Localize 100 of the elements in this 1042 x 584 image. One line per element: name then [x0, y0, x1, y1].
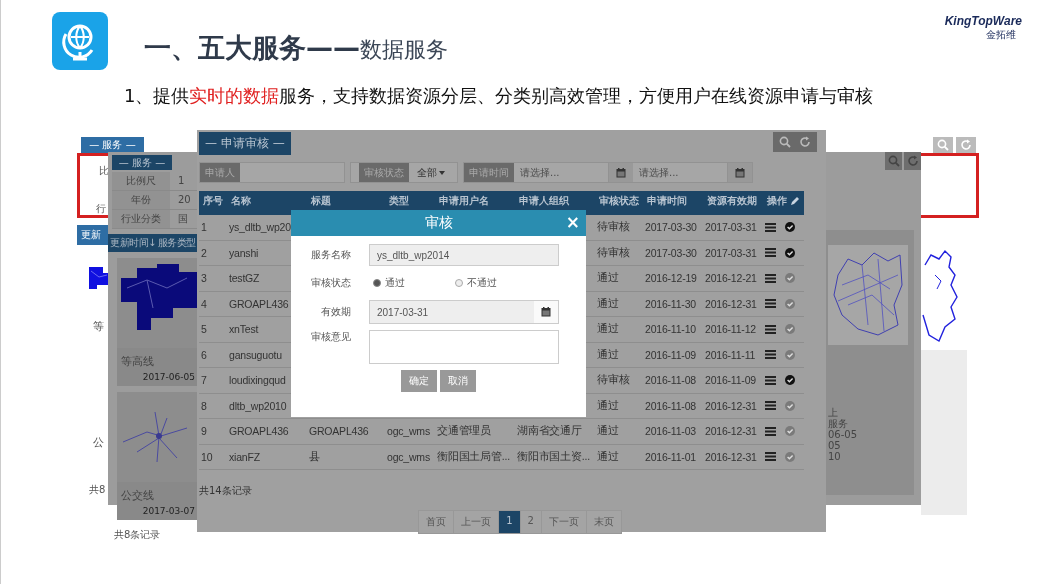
list-icon[interactable]: [765, 350, 776, 360]
table-cell-text: 2016-11-08: [644, 374, 697, 387]
table-cell-text: 通过: [596, 398, 620, 413]
table-cell-text: 2016-11-09: [644, 348, 697, 361]
cancel-button[interactable]: 取消: [440, 370, 476, 392]
table-cell-text: dltb_wp2010: [228, 399, 288, 412]
table-cell-text: 2017-03-30: [644, 246, 698, 259]
table-cell-text: 3: [200, 272, 208, 285]
field-value: 1: [177, 174, 185, 188]
table-cell-text: 2016-11-03: [644, 425, 697, 438]
table-cell-text: 通过: [596, 271, 620, 286]
panel-tab[interactable]: — 服务 —: [112, 155, 172, 170]
table-cell-text: 通过: [596, 322, 620, 337]
card-title: 等: [93, 319, 104, 334]
table-cell-text: xnTest: [228, 323, 260, 336]
list-icon[interactable]: [765, 375, 776, 385]
card-date: 2017-03-07: [141, 506, 195, 516]
column-header: 名称: [230, 194, 252, 208]
service-card[interactable]: 公交线 2017-03-07: [117, 392, 197, 520]
card-text: 06-05: [828, 429, 858, 440]
confirm-button[interactable]: 确定: [401, 370, 437, 392]
check-circle-icon[interactable]: [785, 247, 795, 258]
table-cell-text: 2016-12-21: [704, 272, 758, 285]
column-header: 序号: [202, 194, 224, 208]
logo-subtext: 金拓维: [985, 28, 1016, 42]
table-cell-text: ogc_wms: [386, 425, 431, 438]
table-cell-text: 通过: [596, 296, 620, 311]
list-icon[interactable]: [765, 426, 776, 436]
check-circle-icon[interactable]: [785, 298, 795, 309]
table-cell-text: 2016-12-31: [704, 450, 758, 463]
card-title: 等高线: [121, 354, 155, 369]
card-title: 公: [93, 435, 104, 450]
table-cell-text: 2017-03-31: [704, 221, 758, 234]
table-cell-text: 交通管理员: [436, 424, 492, 439]
table-cell-text: loudixingqud: [228, 374, 287, 387]
check-circle-icon[interactable]: [785, 451, 795, 462]
list-icon[interactable]: [765, 324, 776, 334]
record-count: 共14条记录: [199, 484, 253, 498]
table-cell-text: 9: [200, 425, 208, 438]
table-cell-text: 通过: [596, 347, 620, 362]
table-cell-text: 待审核: [596, 373, 631, 388]
radio-button[interactable]: [373, 279, 381, 287]
check-circle-icon[interactable]: [785, 222, 795, 233]
service-card[interactable]: 等高线 2017-06-05: [117, 258, 197, 386]
page-button[interactable]: 末页: [585, 510, 622, 534]
dialog-title: 审核: [424, 214, 453, 232]
table-cell-text: GROAPL436: [228, 425, 290, 438]
card-title: 公交线: [121, 488, 155, 503]
table-cell-text: 衡阳国土局管...: [436, 449, 511, 464]
panel-tab[interactable]: — 申请审核 —: [199, 132, 291, 155]
radio-option[interactable]: 通过: [373, 276, 405, 290]
table-cell-text: 县: [308, 449, 321, 464]
table-cell-text: 4: [200, 297, 208, 310]
slide-subtitle: 1、提供实时的数据服务，支持数据资源分层、分类别高效管理，方便用户在线资源申请与审核: [124, 84, 875, 108]
radio-button[interactable]: [455, 279, 463, 287]
refresh-button[interactable]: [956, 137, 976, 153]
list-icon[interactable]: [765, 248, 776, 258]
close-button[interactable]: ×: [565, 213, 580, 231]
list-icon[interactable]: [765, 299, 776, 309]
panel-tab[interactable]: — 服务 —: [81, 137, 144, 153]
list-icon[interactable]: [765, 273, 776, 283]
search-icon[interactable]: [937, 139, 949, 151]
table-cell-text: 8: [200, 399, 208, 412]
table-cell-text: 2016-12-31: [704, 399, 758, 412]
table-cell-text: 7: [200, 374, 208, 387]
field-label: 服务名称: [310, 248, 351, 262]
table-cell-text: 1: [200, 221, 208, 234]
check-circle-icon[interactable]: [785, 273, 795, 284]
radio-option[interactable]: 不通过: [455, 276, 497, 290]
column-header: 申请人组织: [518, 194, 570, 208]
comment-field[interactable]: [369, 330, 559, 364]
table-cell-text: 2016-12-31: [704, 297, 758, 310]
field-label: 行业分类: [112, 210, 170, 228]
check-circle-icon[interactable]: [785, 324, 795, 335]
check-circle-icon[interactable]: [785, 426, 795, 437]
field-label: 有效期: [320, 305, 351, 319]
page-button[interactable]: 首页: [418, 510, 455, 534]
list-icon[interactable]: [765, 401, 776, 411]
table-cell-text: 2016-11-08: [644, 399, 697, 412]
check-circle-icon[interactable]: [785, 375, 795, 386]
input-field[interactable]: ys_dltb_wp2014: [369, 244, 559, 266]
table-cell-text: GROAPL436: [228, 297, 290, 310]
page-button[interactable]: 2: [519, 510, 542, 534]
list-icon[interactable]: [765, 222, 776, 232]
column-header: 资源有效期: [706, 194, 758, 208]
list-icon[interactable]: [765, 452, 776, 462]
search-button[interactable]: [933, 137, 953, 153]
status-dropdown[interactable]: 全部: [409, 165, 451, 180]
table-cell-text: 10: [200, 450, 214, 463]
sort-option[interactable]: 服务类型: [157, 236, 196, 250]
column-header: 申请时间: [646, 194, 688, 208]
table-cell-text: 2016-11-12: [704, 323, 757, 336]
sort-option[interactable]: 更新时间↓: [110, 236, 156, 250]
table-cell-text: 2016-11-30: [644, 297, 697, 310]
check-circle-icon[interactable]: [785, 400, 795, 411]
page-button[interactable]: 1: [498, 510, 521, 534]
check-circle-icon[interactable]: [785, 349, 795, 360]
field-label: 审核状态: [310, 276, 351, 290]
field-label: 比: [99, 164, 109, 178]
table-cell-text: 待审核: [596, 245, 631, 260]
